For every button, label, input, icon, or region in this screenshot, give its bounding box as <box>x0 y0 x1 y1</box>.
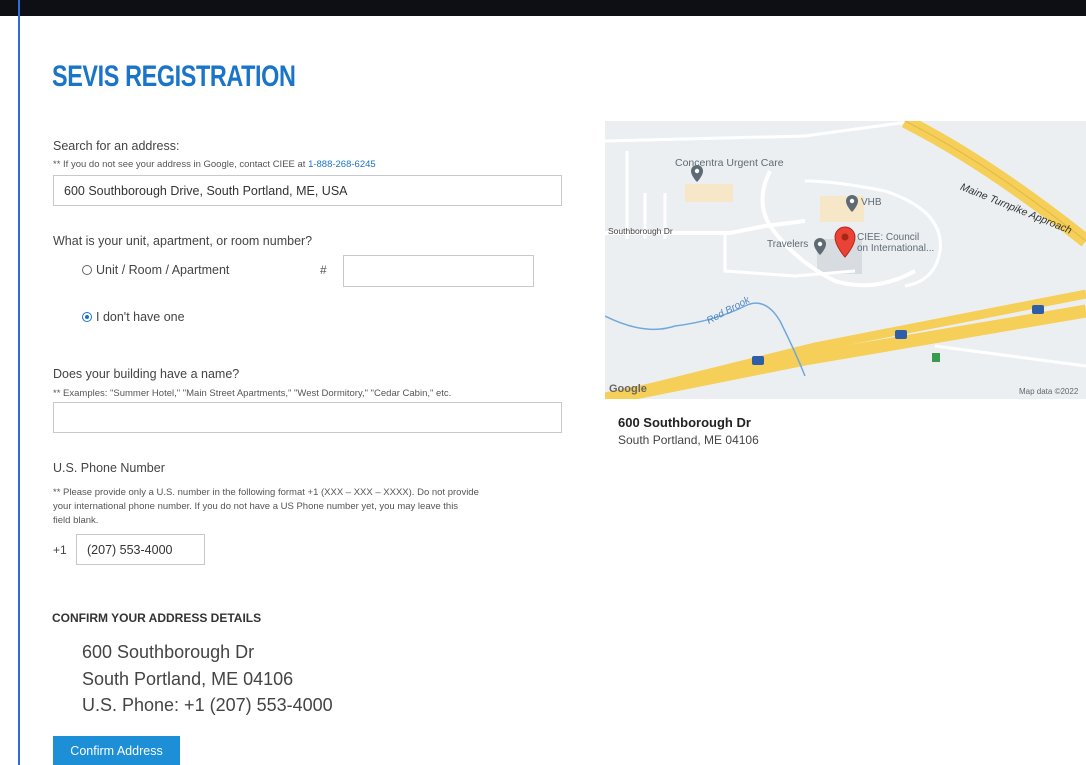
poi-pin-dot <box>849 198 855 204</box>
building-question: Does your building have a name? <box>53 367 240 381</box>
radio-none-label: I don't have one <box>96 310 185 324</box>
address-search-input[interactable]: 600 Southborough Drive, South Portland, … <box>53 175 562 206</box>
map-building <box>685 184 733 202</box>
radio-unit-option[interactable]: Unit / Room / Apartment <box>82 263 229 277</box>
highway-shield <box>1032 305 1044 314</box>
phone-note-line-1: ** Please provide only a U.S. number in … <box>53 487 479 498</box>
place-name: 600 Southborough Dr <box>618 415 751 430</box>
location-marker-dot <box>841 233 849 241</box>
ciee-phone-link[interactable]: 1-888-268-6245 <box>308 159 376 170</box>
exit-sign <box>932 353 940 362</box>
building-name-input[interactable] <box>53 402 562 433</box>
map-label-travelers: Travelers <box>767 239 809 250</box>
search-label: Search for an address: <box>53 139 180 153</box>
google-logo: Google <box>609 383 647 395</box>
radio-unit[interactable] <box>82 265 92 275</box>
map-label-ciee-line-2: on International... <box>857 243 935 254</box>
building-note: ** Examples: "Summer Hotel," "Main Stree… <box>53 388 452 399</box>
search-note: ** If you do not see your address in Goo… <box>53 159 376 170</box>
phone-note: ** Please provide only a U.S. number in … <box>53 486 479 528</box>
place-address: South Portland, ME 04106 <box>618 433 759 447</box>
confirm-phone-line: U.S. Phone: +1 (207) 553-4000 <box>82 695 333 715</box>
phone-prefix: +1 <box>53 543 67 557</box>
search-note-text: ** If you do not see your address in Goo… <box>53 159 309 170</box>
highway-shield <box>895 330 907 339</box>
confirm-heading: CONFIRM YOUR ADDRESS DETAILS <box>52 611 262 625</box>
confirm-address-line-1: 600 Southborough Dr <box>82 642 255 662</box>
poi-pin-dot <box>817 241 823 247</box>
map-label-vhb: VHB <box>861 197 882 208</box>
left-border <box>18 0 20 765</box>
radio-unit-label: Unit / Room / Apartment <box>96 263 230 277</box>
unit-question: What is your unit, apartment, or room nu… <box>53 234 313 248</box>
map-label-ciee: CIEE: Council on International... <box>857 232 934 254</box>
top-bar <box>0 0 1086 16</box>
phone-note-line-2: your international phone number. If you … <box>53 501 459 512</box>
phone-note-line-3: field blank. <box>53 515 99 526</box>
confirm-address-button[interactable]: Confirm Address <box>53 736 180 765</box>
poi-pin-dot <box>694 168 700 174</box>
radio-none[interactable] <box>82 312 92 322</box>
map-label-southborough: Southborough Dr <box>608 226 673 236</box>
unit-number-input[interactable] <box>343 255 534 287</box>
map-data-attribution[interactable]: Map data ©2022 <box>1019 387 1078 396</box>
confirm-address-line-2: South Portland, ME 04106 <box>82 669 294 689</box>
highway-shield <box>752 356 764 365</box>
hash-label: # <box>320 263 327 277</box>
map-label-concentra: Concentra Urgent Care <box>675 157 784 169</box>
radio-none-option[interactable]: I don't have one <box>82 310 185 324</box>
phone-label: U.S. Phone Number <box>53 461 165 475</box>
map-label-ciee-line-1: CIEE: Council <box>857 232 920 243</box>
phone-input[interactable]: (207) 553-4000 <box>76 534 205 565</box>
page-title: SEVIS REGISTRATION <box>52 60 296 93</box>
map[interactable]: Concentra Urgent Care VHB Southborough D… <box>605 121 1086 399</box>
